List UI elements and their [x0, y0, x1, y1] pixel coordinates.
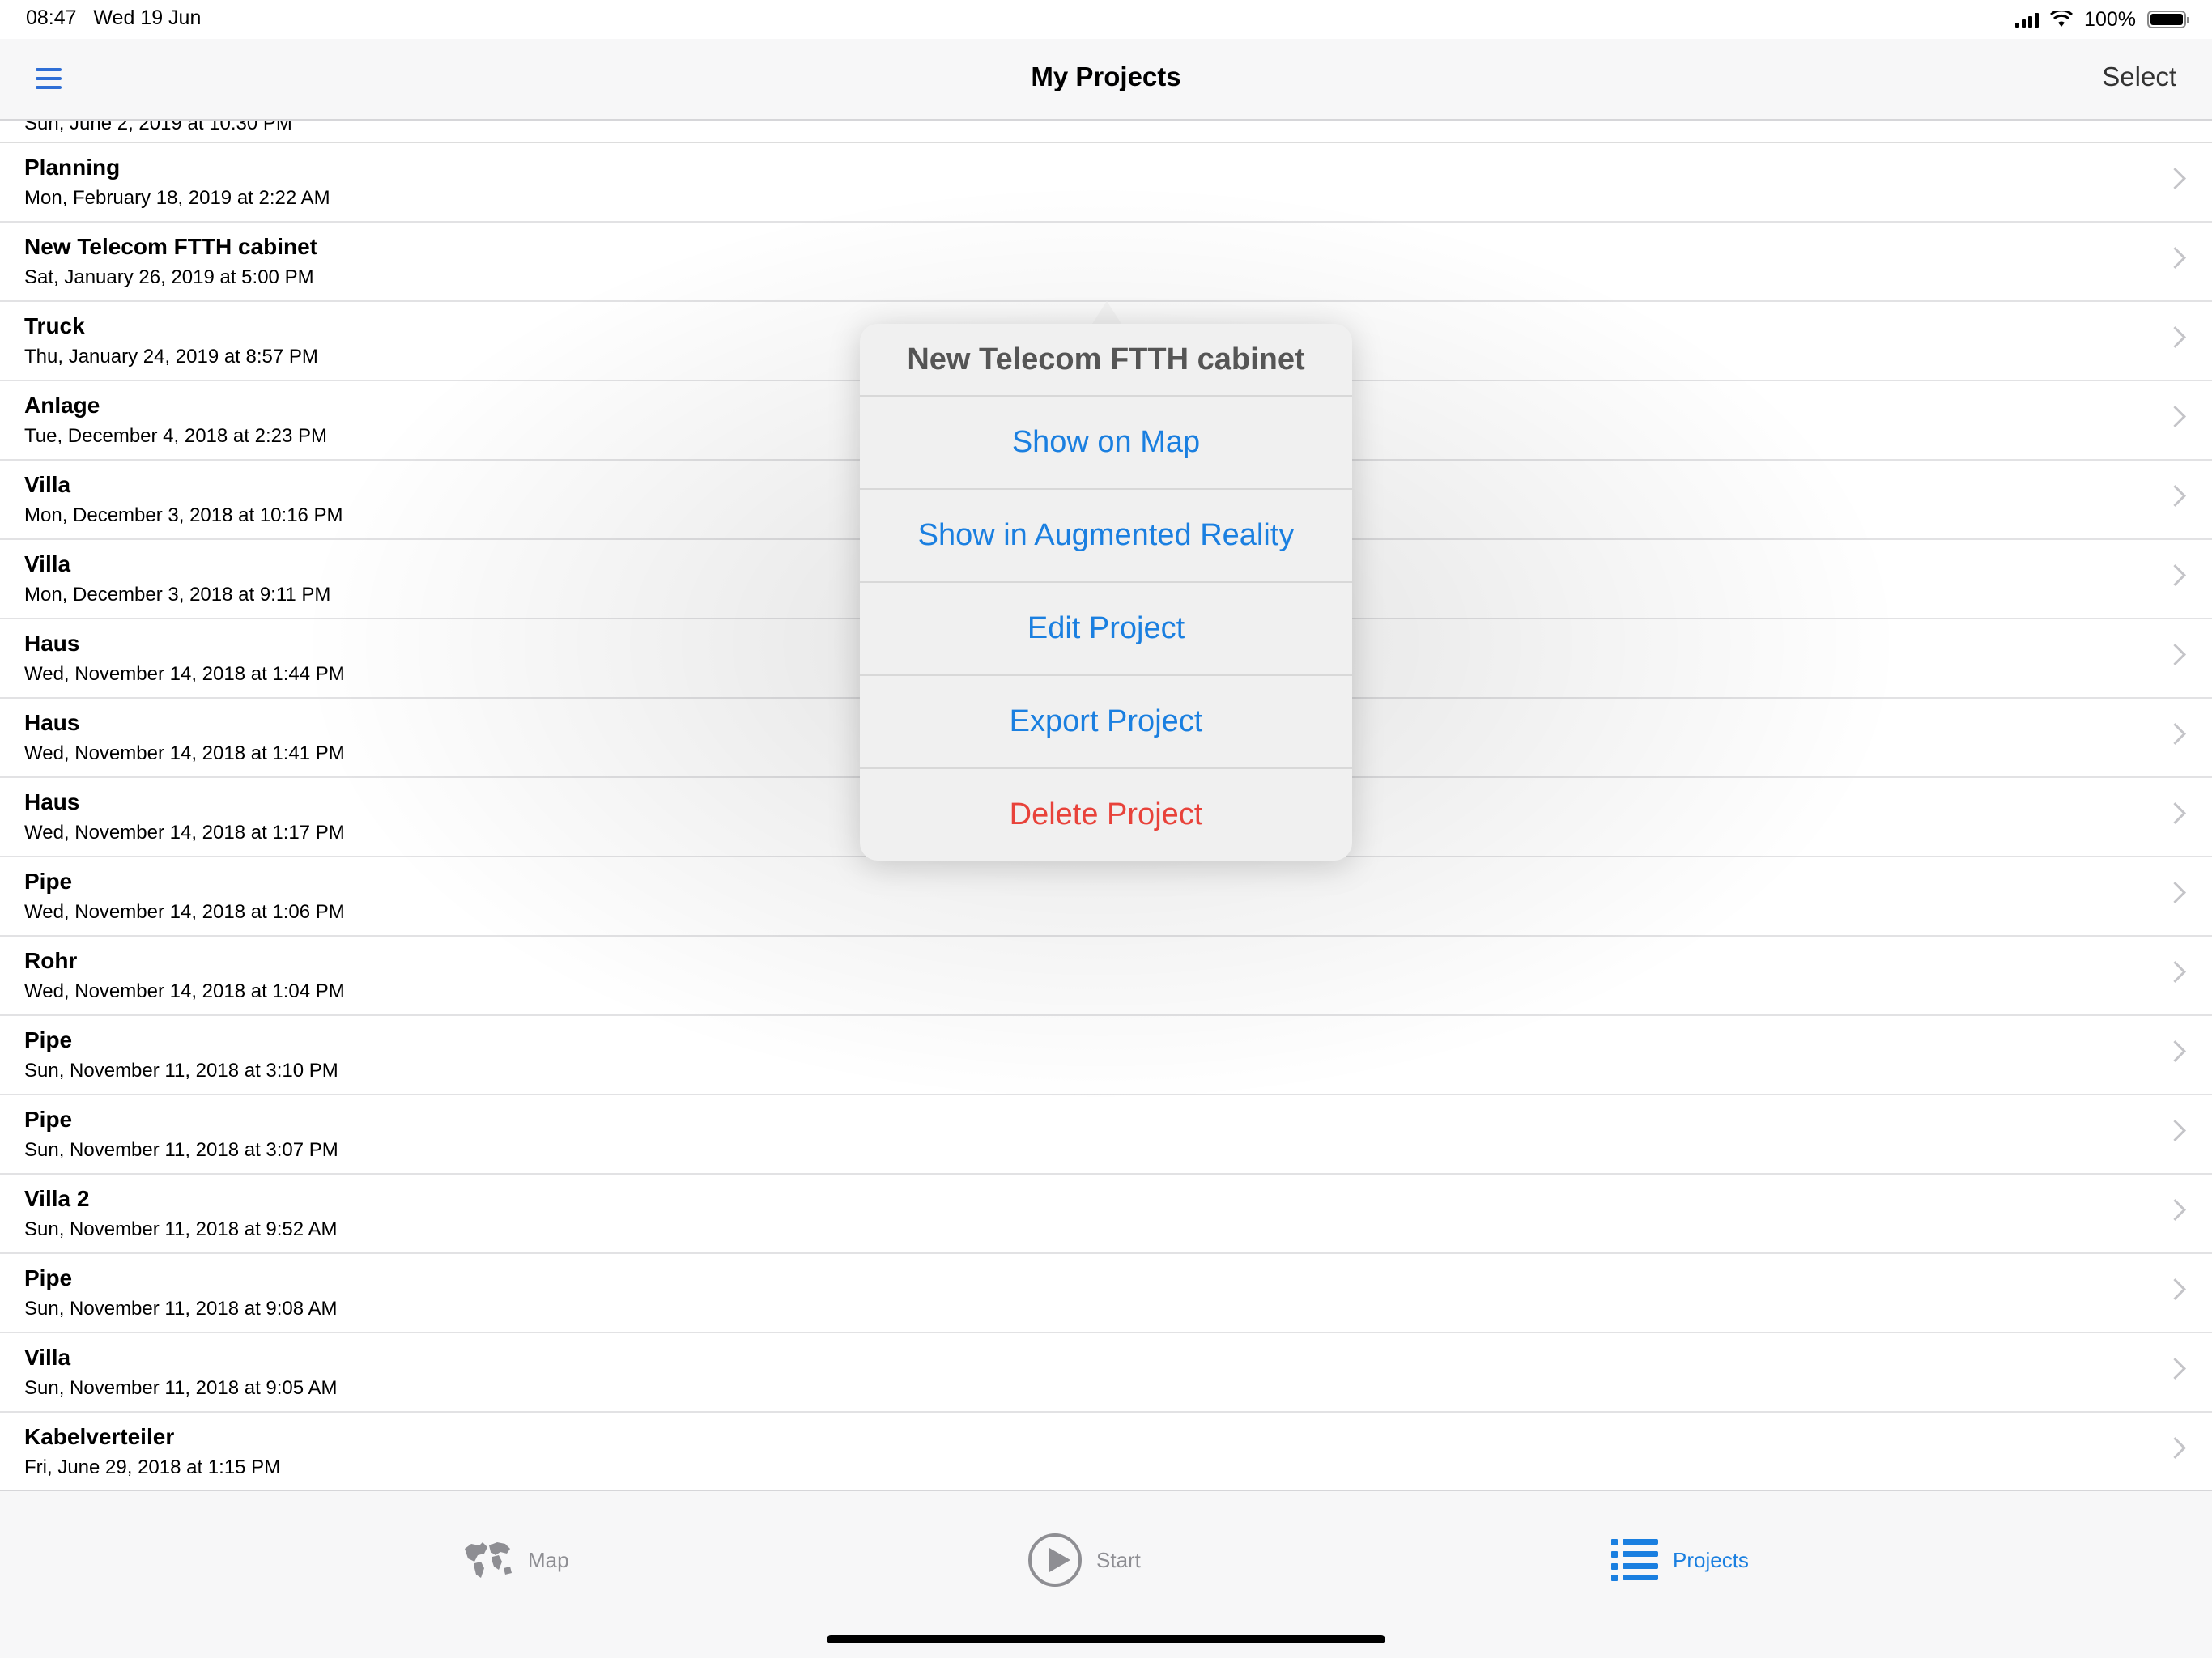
- tab-projects-label: Projects: [1673, 1547, 1749, 1572]
- popover-title: New Telecom FTTH cabinet: [860, 324, 1352, 397]
- list-item[interactable]: Villa 2 Sun, November 11, 2018 at 9:52 AM: [0, 1175, 2212, 1254]
- world-map-icon: [465, 1542, 512, 1578]
- battery-icon: [2147, 11, 2189, 28]
- project-date: Mon, December 3, 2018 at 9:11 PM: [24, 584, 331, 606]
- project-title: Kabelverteiler: [24, 1424, 175, 1449]
- chevron-right-icon: [2164, 1358, 2186, 1380]
- list-item[interactable]: Kabelverteiler Fri, June 29, 2018 at 1:15…: [0, 1413, 2212, 1490]
- list-item[interactable]: Rohr Wed, November 14, 2018 at 1:04 PM: [0, 937, 2212, 1016]
- project-title: Haus: [24, 789, 80, 814]
- project-title: Villa: [24, 472, 71, 497]
- chevron-right-icon: [2164, 1040, 2186, 1062]
- tab-map-label: Map: [528, 1547, 569, 1572]
- chevron-right-icon: [2164, 882, 2186, 903]
- project-title: Pipe: [24, 1027, 73, 1052]
- page-title: My Projects: [1031, 62, 1181, 91]
- export-project-button[interactable]: Export Project: [860, 676, 1352, 769]
- project-date: Sun, November 11, 2018 at 9:52 AM: [24, 1218, 338, 1240]
- project-title: Planning: [24, 155, 121, 180]
- list-item[interactable]: Villa Sun, November 11, 2018 at 9:05 AM: [0, 1333, 2212, 1413]
- play-circle-icon: [1028, 1533, 1082, 1587]
- list-item[interactable]: Pipe Sun, November 11, 2018 at 9:08 AM: [0, 1254, 2212, 1333]
- tab-projects[interactable]: Projects: [1611, 1532, 1749, 1588]
- project-title: Haus: [24, 710, 80, 735]
- chevron-right-icon: [2164, 802, 2186, 824]
- list-item[interactable]: Planning Mon, February 18, 2019 at 2:22 A…: [0, 143, 2212, 223]
- chevron-right-icon: [2164, 326, 2186, 348]
- chevron-right-icon: [2164, 961, 2186, 983]
- project-date: Sun, November 11, 2018 at 9:08 AM: [24, 1298, 338, 1320]
- status-time: 08:47 Wed 19 Jun: [26, 6, 201, 30]
- chevron-right-icon: [2164, 1437, 2186, 1459]
- tab-map[interactable]: Map: [460, 1532, 569, 1588]
- chevron-right-icon: [2164, 406, 2186, 427]
- project-date: Mon, February 18, 2019 at 2:22 AM: [24, 187, 330, 209]
- list-item[interactable]: Pipe Sun, November 11, 2018 at 3:07 PM: [0, 1095, 2212, 1175]
- popover-arrow: [1092, 301, 1121, 324]
- popover-actions: Show on Map Show in Augmented Reality Edit…: [860, 397, 1352, 861]
- project-title: Pipe: [24, 1265, 73, 1290]
- edit-project-button[interactable]: Edit Project: [860, 583, 1352, 676]
- list-item-partial-date: Sun, June 2, 2019 at 10:30 PM: [24, 121, 292, 134]
- project-date: Sat, January 26, 2019 at 5:00 PM: [24, 266, 314, 288]
- chevron-right-icon: [2164, 485, 2186, 507]
- project-date: Thu, January 24, 2019 at 8:57 PM: [24, 346, 318, 368]
- wifi-icon: [2050, 11, 2074, 27]
- project-title: Pipe: [24, 1107, 73, 1132]
- project-date: Wed, November 14, 2018 at 1:04 PM: [24, 980, 345, 1002]
- show-in-ar-button[interactable]: Show in Augmented Reality: [860, 490, 1352, 583]
- home-indicator[interactable]: [827, 1635, 1385, 1643]
- tab-start-label: Start: [1096, 1547, 1141, 1572]
- status-indicators: 100%: [2015, 6, 2189, 32]
- chevron-right-icon: [2164, 564, 2186, 586]
- show-on-map-button[interactable]: Show on Map: [860, 397, 1352, 490]
- status-clock: 08:47: [26, 6, 77, 29]
- project-title: Haus: [24, 631, 80, 656]
- cellular-signal-icon: [2015, 11, 2040, 28]
- list-icon: [1611, 1539, 1658, 1581]
- project-date: Wed, November 14, 2018 at 1:06 PM: [24, 901, 345, 923]
- list-item[interactable]: New Telecom FTTH cabinet Sat, January 26,…: [0, 223, 2212, 302]
- status-date: Wed 19 Jun: [93, 6, 202, 29]
- battery-percentage: 100%: [2084, 7, 2136, 31]
- project-date: Tue, December 4, 2018 at 2:23 PM: [24, 425, 327, 447]
- navigation-bar: My Projects Select: [0, 39, 2212, 121]
- project-date: Wed, November 14, 2018 at 1:17 PM: [24, 822, 345, 844]
- list-item[interactable]: Pipe Sun, November 11, 2018 at 3:10 PM: [0, 1016, 2212, 1095]
- project-title: Pipe: [24, 869, 73, 894]
- chevron-right-icon: [2164, 644, 2186, 665]
- project-date: Fri, June 29, 2018 at 1:15 PM: [24, 1456, 281, 1478]
- project-title: Villa: [24, 551, 71, 576]
- project-title: Rohr: [24, 948, 78, 973]
- project-date: Mon, December 3, 2018 at 10:16 PM: [24, 504, 343, 526]
- status-bar: 08:47 Wed 19 Jun 100%: [0, 0, 2212, 39]
- project-actions-popover: New Telecom FTTH cabinet Show on Map Show…: [860, 324, 1352, 861]
- project-title: Truck: [24, 313, 85, 338]
- project-title: New Telecom FTTH cabinet: [24, 234, 317, 259]
- delete-project-button[interactable]: Delete Project: [860, 769, 1352, 861]
- chevron-right-icon: [2164, 1120, 2186, 1141]
- project-date: Sun, November 11, 2018 at 3:10 PM: [24, 1060, 338, 1082]
- project-date: Sun, November 11, 2018 at 9:05 AM: [24, 1377, 338, 1399]
- project-date: Wed, November 14, 2018 at 1:41 PM: [24, 742, 345, 764]
- project-date: Sun, November 11, 2018 at 3:07 PM: [24, 1139, 338, 1161]
- project-date: Wed, November 14, 2018 at 1:44 PM: [24, 663, 345, 685]
- chevron-right-icon: [2164, 1278, 2186, 1300]
- chevron-right-icon: [2164, 1199, 2186, 1221]
- project-title: Villa: [24, 1345, 71, 1370]
- tab-bar: Map Start Projects: [0, 1490, 2212, 1658]
- chevron-right-icon: [2164, 247, 2186, 269]
- list-item[interactable]: Pipe Wed, November 14, 2018 at 1:06 PM: [0, 857, 2212, 937]
- chevron-right-icon: [2164, 723, 2186, 745]
- chevron-right-icon: [2164, 168, 2186, 189]
- tab-start[interactable]: Start: [1028, 1532, 1141, 1588]
- select-button[interactable]: Select: [2102, 62, 2176, 92]
- project-title: Anlage: [24, 393, 100, 418]
- project-title: Villa 2: [24, 1186, 90, 1211]
